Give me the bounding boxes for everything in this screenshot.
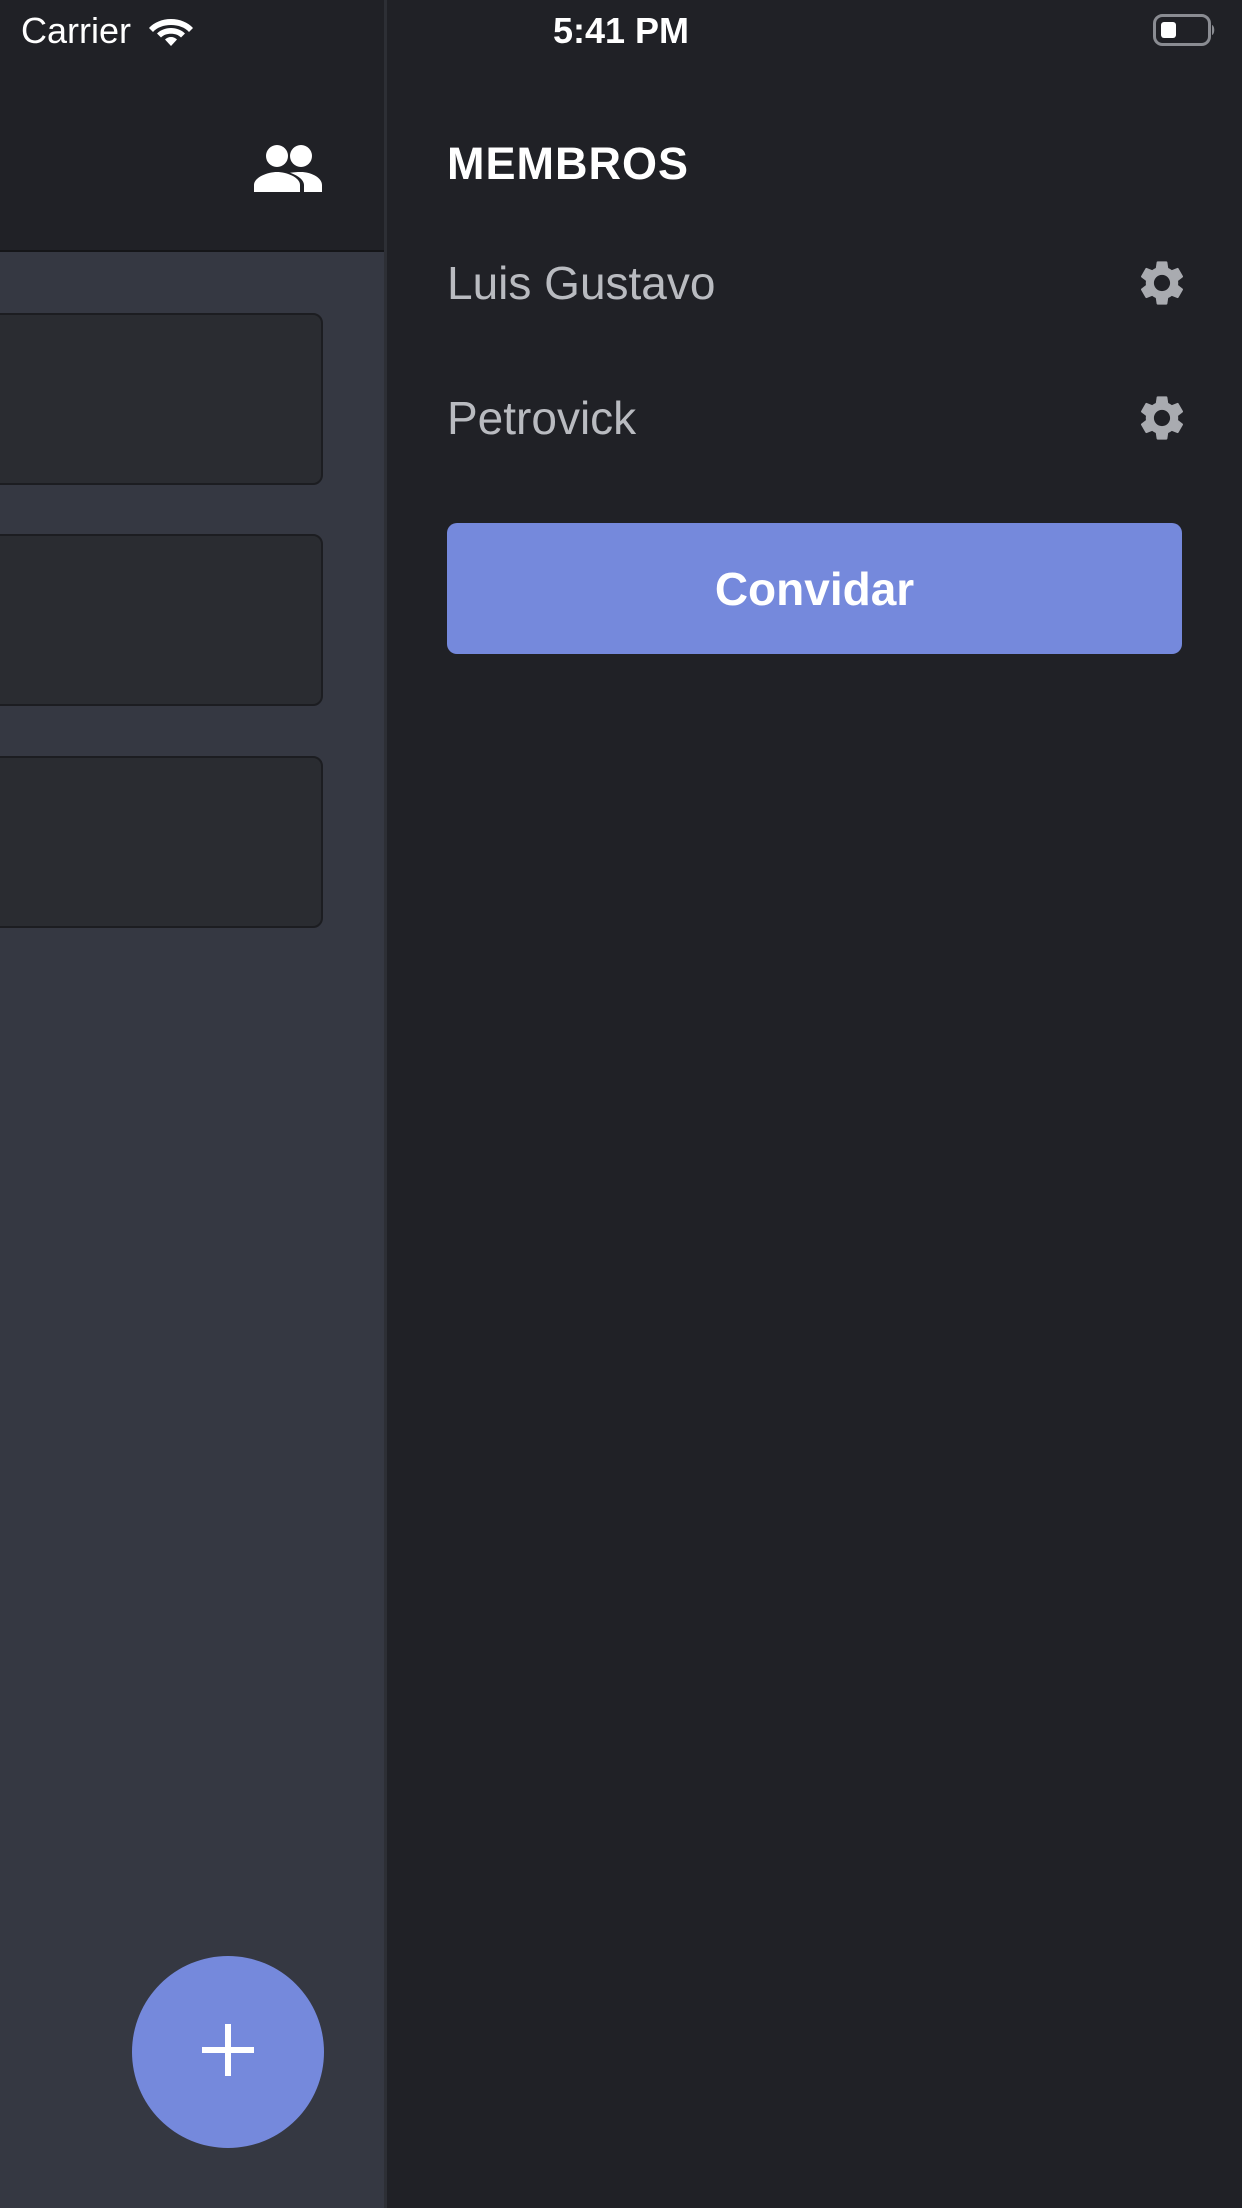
gear-icon[interactable] (1132, 388, 1192, 448)
list-card[interactable] (0, 756, 323, 928)
list-card[interactable] (0, 313, 323, 485)
gear-icon[interactable] (1132, 253, 1192, 313)
member-row: Petrovick (447, 373, 1192, 463)
status-time: 5:41 PM (552, 10, 690, 51)
member-name: Luis Gustavo (447, 257, 716, 309)
member-name: Petrovick (447, 392, 637, 444)
group-icon (254, 144, 322, 197)
invite-button[interactable]: Convidar (447, 523, 1182, 654)
status-bar: Carrier 5:41 PM (0, 0, 1242, 62)
plus-icon (200, 2022, 256, 2083)
add-button[interactable] (132, 1956, 324, 2148)
app-screen: Carrier 5:41 PM MEMBROS Luis Gustavo Pet… (0, 0, 1242, 2208)
drawer-title: MEMBROS (447, 138, 689, 189)
main-panel (0, 0, 384, 2208)
member-row: Luis Gustavo (447, 238, 1192, 328)
list-card[interactable] (0, 534, 323, 706)
battery-icon (1153, 14, 1215, 46)
members-toggle-button[interactable] (248, 140, 328, 200)
members-drawer: MEMBROS Luis Gustavo Petrovick Convidar (387, 0, 1242, 2208)
